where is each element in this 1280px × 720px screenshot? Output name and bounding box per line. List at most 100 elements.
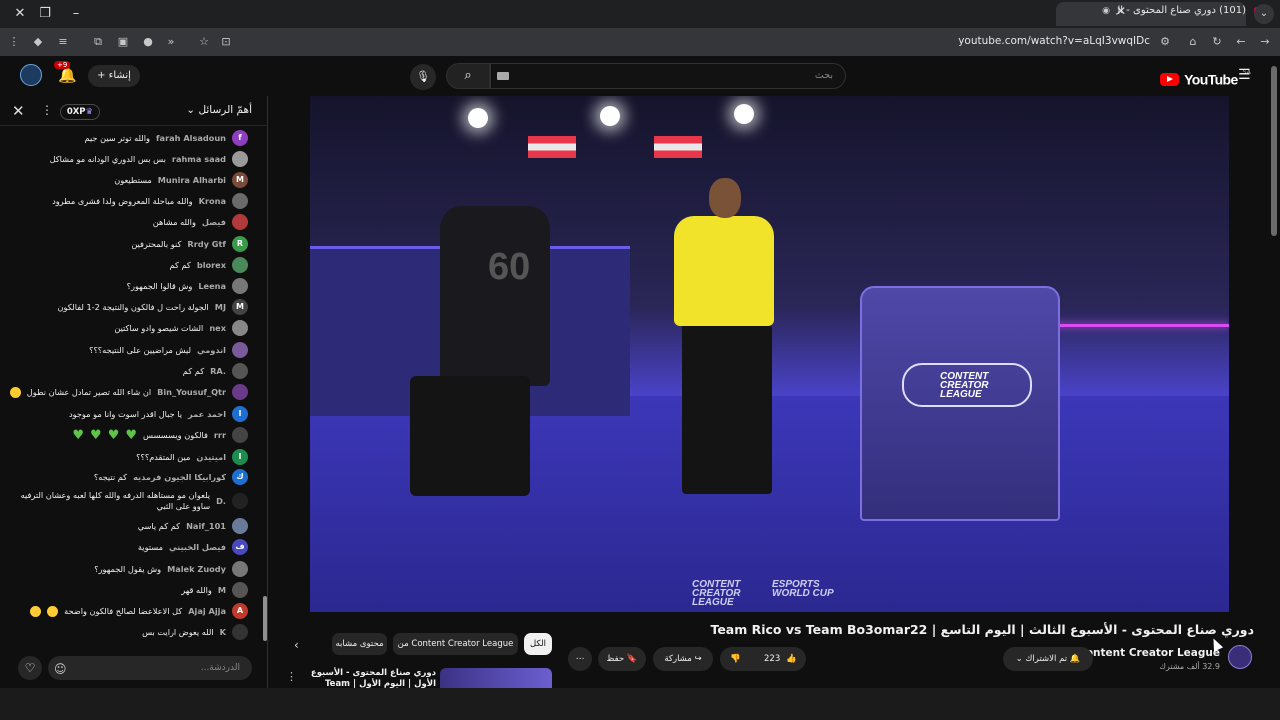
chip-all[interactable]: الكل bbox=[524, 633, 552, 655]
chat-message[interactable]: f farah Alsadoun والله توتر سين جيم bbox=[0, 130, 248, 146]
subscribed-button[interactable]: ⌄ تم الاشتراك 🔔 bbox=[1003, 647, 1093, 671]
more-options-icon[interactable]: ⋮ bbox=[41, 103, 53, 117]
keyboard-icon[interactable] bbox=[497, 72, 509, 80]
chips-scroll-left-icon[interactable]: ‹ bbox=[294, 638, 299, 652]
chat-author-name[interactable]: farah Alsadoun bbox=[156, 133, 226, 144]
chat-author-avatar[interactable]: M bbox=[232, 172, 248, 188]
chat-message[interactable]: RA. كم كم bbox=[0, 363, 248, 379]
chat-author-avatar[interactable] bbox=[232, 257, 248, 273]
minimize-window-icon[interactable]: – bbox=[66, 4, 86, 24]
chat-message[interactable]: M والله قهر bbox=[0, 582, 248, 598]
chat-author-name[interactable]: اندومي bbox=[197, 345, 226, 356]
chat-author-name[interactable]: Ajaj Ajja bbox=[188, 606, 226, 617]
more-actions-icon[interactable]: ⋯ bbox=[568, 647, 592, 671]
chat-author-name[interactable]: RA. bbox=[210, 366, 226, 377]
chat-message[interactable]: M Munira Alharbi مستطيعون bbox=[0, 172, 248, 188]
chat-author-avatar[interactable] bbox=[232, 624, 248, 640]
close-chat-icon[interactable]: ✕ bbox=[12, 102, 25, 120]
chat-mode-selector[interactable]: أهمّ الرسائل ⌄ bbox=[186, 104, 252, 116]
bookmark-star-icon[interactable]: ☆ bbox=[196, 34, 212, 50]
chat-author-name[interactable]: rrr bbox=[214, 430, 226, 441]
chat-author-name[interactable]: K bbox=[220, 627, 226, 638]
chat-author-name[interactable]: Naif_101 bbox=[186, 521, 226, 532]
tab-search-icon[interactable]: ⌄ bbox=[1254, 4, 1274, 24]
chat-message[interactable]: Leena وش قالوا الجمهور؟ bbox=[0, 278, 248, 294]
share-button[interactable]: مشاركة ↪ bbox=[653, 647, 713, 671]
chat-message[interactable]: A Ajaj Ajja كل الاعلاعضا لصالح فالكون واضح… bbox=[0, 603, 248, 619]
chat-author-avatar[interactable] bbox=[232, 193, 248, 209]
chat-message[interactable]: blorex كم كم bbox=[0, 257, 248, 273]
xp-badge[interactable]: 0XP♛ bbox=[60, 104, 100, 120]
chat-message[interactable]: nex الشات شيصو وادو ساكتين bbox=[0, 320, 248, 336]
install-app-icon[interactable]: ⊡ bbox=[218, 34, 234, 50]
like-icon[interactable]: 👍 bbox=[786, 647, 797, 671]
chat-author-name[interactable]: Munira Alharbi bbox=[158, 175, 226, 186]
chat-message[interactable]: K الله يعوض ارايت بس bbox=[0, 624, 248, 640]
chat-author-name[interactable]: احمد عمر bbox=[188, 409, 226, 420]
chat-message[interactable]: D. يلعوان مو مستاهله الدرفه والله كلها لع… bbox=[0, 490, 248, 512]
chat-message[interactable]: R Rrdy Gtf كنو بالمحترفين bbox=[0, 236, 248, 252]
chat-author-name[interactable]: كورابيكا الجيون فرمديه bbox=[133, 472, 226, 483]
chat-author-avatar[interactable]: ا bbox=[232, 406, 248, 422]
chat-author-avatar[interactable]: ف bbox=[232, 539, 248, 555]
chat-author-name[interactable]: MJ bbox=[215, 302, 226, 313]
heart-reaction-icon[interactable]: ♡ bbox=[18, 656, 42, 680]
chat-author-avatar[interactable] bbox=[232, 151, 248, 167]
chat-message[interactable]: فيصل والله مشاهن bbox=[0, 214, 248, 230]
dislike-icon[interactable]: 👎 bbox=[730, 647, 741, 671]
video-player[interactable]: 60 CONTENT CREATOR LEAGUE CONTENT CREATO… bbox=[310, 96, 1229, 612]
chat-message[interactable]: اندومي ليش مراضيين على النتيجه؟؟؟ bbox=[0, 342, 248, 358]
chat-author-avatar[interactable] bbox=[232, 493, 248, 509]
channel-avatar[interactable] bbox=[1228, 645, 1252, 669]
chat-author-avatar[interactable] bbox=[232, 278, 248, 294]
extension-icon[interactable]: ≡ bbox=[55, 34, 71, 50]
emoji-icon[interactable]: ☺ bbox=[54, 662, 67, 676]
extension-icon[interactable]: ▣ bbox=[115, 34, 131, 50]
home-icon[interactable]: ⌂ bbox=[1185, 34, 1201, 50]
save-button[interactable]: حفظ 🔖 bbox=[598, 647, 646, 671]
chat-message[interactable]: rrr فالكون ويسسسس ♥ ♥ ♥ ♥ bbox=[0, 427, 248, 443]
chat-message[interactable]: ك كورابيكا الجيون فرمديه كم نتيجه؟ bbox=[0, 469, 248, 485]
chat-author-avatar[interactable]: ك bbox=[232, 469, 248, 485]
extension-icon[interactable]: ● bbox=[140, 34, 156, 50]
site-settings-icon[interactable]: ⚙ bbox=[1157, 34, 1173, 50]
voice-search-icon[interactable]: 🎙 bbox=[410, 64, 436, 90]
close-window-icon[interactable]: ✕ bbox=[10, 4, 30, 24]
chat-author-name[interactable]: Krona bbox=[199, 196, 226, 207]
chat-message[interactable]: Malek Zuody وش يقول الجمهور؟ bbox=[0, 561, 248, 577]
chat-message[interactable]: M MJ الجولة راحت ل فالكون والنتيجة 2-1 لفا… bbox=[0, 299, 248, 315]
chat-author-avatar[interactable] bbox=[232, 363, 248, 379]
chat-author-name[interactable]: اميتيدن bbox=[196, 452, 226, 463]
chat-message[interactable]: rahma saad بس بس الدوري الودانه مو مشاكل bbox=[0, 151, 248, 167]
account-avatar[interactable] bbox=[20, 64, 42, 86]
chat-message[interactable]: Krona والله مباحلة المعروض ولدا فشرى مطرو… bbox=[0, 193, 248, 209]
chat-author-avatar[interactable] bbox=[232, 320, 248, 336]
back-icon[interactable]: → bbox=[1257, 34, 1273, 50]
chat-author-avatar[interactable] bbox=[232, 384, 248, 400]
reload-icon[interactable]: ↻ bbox=[1209, 34, 1225, 50]
guide-menu-icon[interactable]: ☰ bbox=[1238, 67, 1251, 83]
chat-author-avatar[interactable]: R bbox=[232, 236, 248, 252]
browser-menu-icon[interactable]: ⋮ bbox=[6, 34, 22, 50]
chat-author-name[interactable]: Bin_Yousuf_Qtr bbox=[157, 387, 226, 398]
chat-author-name[interactable]: فيصل الخبيني bbox=[169, 542, 226, 553]
chat-author-name[interactable]: Rrdy Gtf bbox=[187, 239, 226, 250]
extension-icon[interactable]: ◆ bbox=[30, 34, 46, 50]
chat-author-name[interactable]: blorex bbox=[197, 260, 226, 271]
chip-from-channel[interactable]: من Content Creator League bbox=[393, 633, 518, 655]
search-input[interactable]: بحث bbox=[490, 63, 846, 89]
create-button[interactable]: + إنشاء bbox=[88, 65, 140, 87]
chat-author-name[interactable]: nex bbox=[209, 323, 226, 334]
forward-icon[interactable]: ← bbox=[1233, 34, 1249, 50]
chat-author-avatar[interactable] bbox=[232, 214, 248, 230]
chat-author-avatar[interactable] bbox=[232, 427, 248, 443]
chat-author-name[interactable]: Leena bbox=[198, 281, 226, 292]
chat-author-avatar[interactable]: f bbox=[232, 130, 248, 146]
chat-author-name[interactable]: Malek Zuody bbox=[167, 564, 226, 575]
tab-audio-icon[interactable]: ◉ bbox=[1102, 6, 1110, 16]
chat-author-avatar[interactable] bbox=[232, 561, 248, 577]
chat-input[interactable]: الدردشة... bbox=[48, 656, 252, 680]
restore-window-icon[interactable]: ❐ bbox=[35, 4, 55, 24]
chat-author-avatar[interactable] bbox=[232, 342, 248, 358]
chat-message[interactable]: ا اميتيدن مين المتقدم؟؟؟ bbox=[0, 449, 248, 465]
